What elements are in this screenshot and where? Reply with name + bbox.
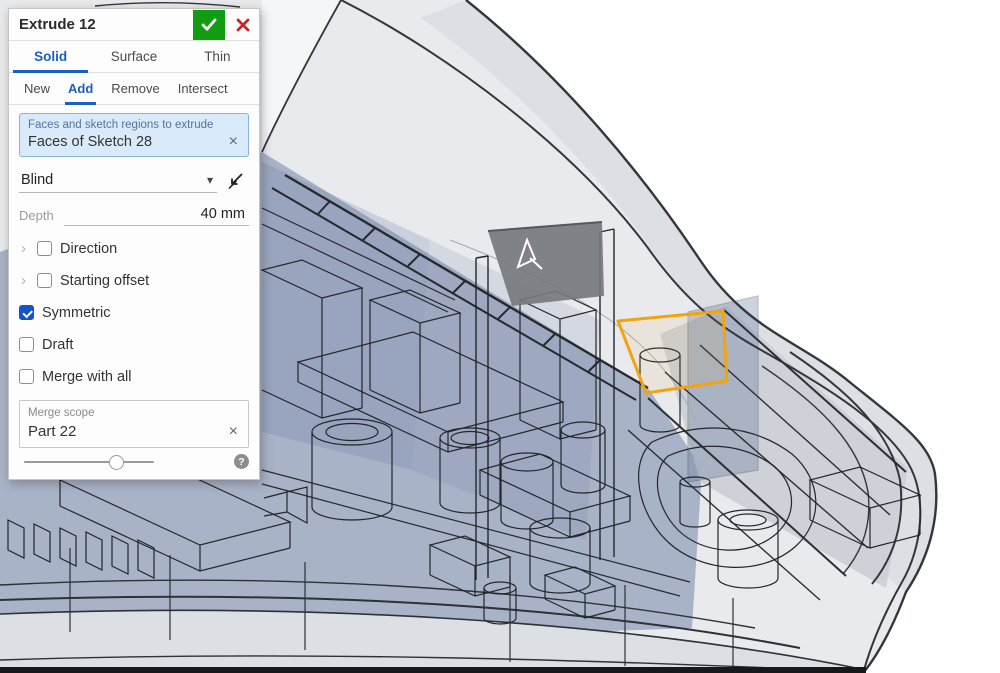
close-icon <box>236 18 250 32</box>
bottom-bar <box>0 667 866 673</box>
starting-offset-checkbox[interactable] <box>37 273 52 288</box>
symmetric-label: Symmetric <box>42 305 110 321</box>
help-icon[interactable]: ? <box>234 454 249 469</box>
dialog-footer: ? <box>19 453 249 471</box>
operation-tabs: New Add Remove Intersect <box>9 73 259 105</box>
extrude-dialog: Extrude 12 Solid Surface Thin New Add Re… <box>8 8 260 480</box>
dialog-header: Extrude 12 <box>9 9 259 41</box>
dialog-title: Extrude 12 <box>9 16 193 33</box>
tab-solid[interactable]: Solid <box>9 41 92 72</box>
end-condition-dropdown[interactable]: Blind ▾ <box>19 170 217 193</box>
body-type-tabs: Solid Surface Thin <box>9 41 259 73</box>
tab-surface[interactable]: Surface <box>92 41 175 72</box>
direction-checkbox[interactable] <box>37 241 52 256</box>
faces-selection-field[interactable]: Faces and sketch regions to extrude Face… <box>19 113 249 157</box>
check-icon <box>201 18 217 32</box>
flip-direction-button[interactable] <box>223 169 249 193</box>
tab-intersect[interactable]: Intersect <box>169 73 237 104</box>
app-window: Extrude 12 Solid Surface Thin New Add Re… <box>0 0 1000 673</box>
faces-selection-value: Faces of Sketch 28 <box>28 134 227 150</box>
merge-with-all-label: Merge with all <box>42 369 131 385</box>
chevron-down-icon: ▾ <box>207 173 215 187</box>
direction-label: Direction <box>60 241 117 257</box>
end-condition-value: Blind <box>21 172 207 188</box>
accept-button[interactable] <box>193 10 225 40</box>
draft-checkbox[interactable] <box>19 337 34 352</box>
cancel-button[interactable] <box>229 10 257 40</box>
preview-slider-track[interactable] <box>24 461 154 463</box>
merge-scope-field[interactable]: Merge scope Part 22 × <box>19 400 249 448</box>
clear-merge-scope-icon[interactable]: × <box>227 424 240 440</box>
draft-label: Draft <box>42 337 73 353</box>
depth-label: Depth <box>19 208 54 226</box>
flip-direction-icon <box>226 171 246 191</box>
faces-selection-label: Faces and sketch regions to extrude <box>28 119 240 131</box>
option-row-draft: Draft <box>19 335 249 354</box>
option-row-direction: › Direction <box>19 239 249 258</box>
option-row-symmetric: Symmetric <box>19 303 249 322</box>
preview-slider-handle[interactable] <box>109 455 124 470</box>
depth-input[interactable]: 40 mm <box>64 206 249 226</box>
tab-add[interactable]: Add <box>59 73 102 104</box>
option-row-merge-with-all: Merge with all <box>19 367 249 386</box>
chevron-right-icon[interactable]: › <box>19 241 37 256</box>
tab-remove[interactable]: Remove <box>102 73 168 104</box>
option-row-starting-offset: › Starting offset <box>19 271 249 290</box>
merge-with-all-checkbox[interactable] <box>19 369 34 384</box>
tab-new[interactable]: New <box>15 73 59 104</box>
tab-thin[interactable]: Thin <box>176 41 259 72</box>
symmetric-checkbox[interactable] <box>19 305 34 320</box>
starting-offset-label: Starting offset <box>60 273 149 289</box>
merge-scope-value: Part 22 <box>28 423 227 440</box>
merge-scope-label: Merge scope <box>28 407 240 419</box>
chevron-right-icon[interactable]: › <box>19 273 37 288</box>
clear-selection-icon[interactable]: × <box>227 134 240 150</box>
